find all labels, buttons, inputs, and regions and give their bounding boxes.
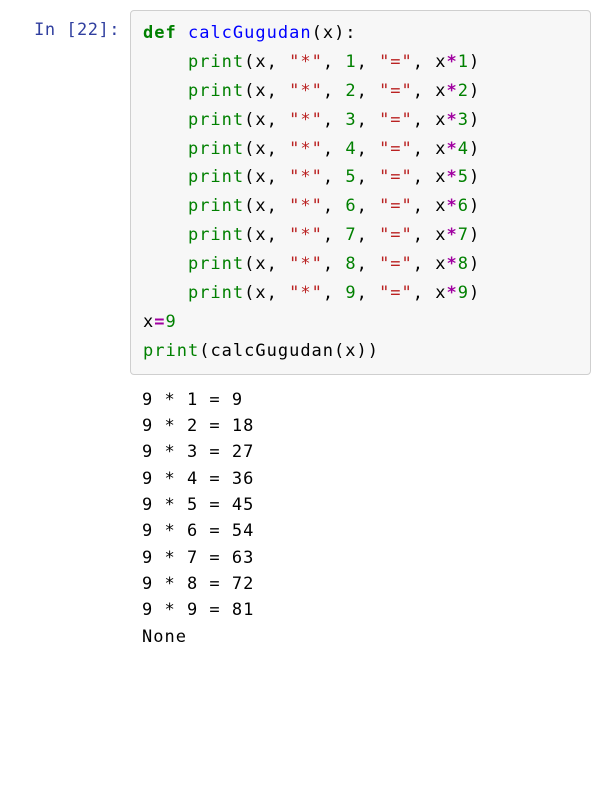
num: 2 <box>345 81 356 101</box>
string: "*" <box>289 139 323 159</box>
arg: x <box>255 196 266 216</box>
num: 1 <box>345 52 356 72</box>
arg: x <box>435 81 446 101</box>
string: "*" <box>289 167 323 187</box>
string: "=" <box>379 196 413 216</box>
notebook-cell: In [22]: def calcGugudan(x): print(x, "*… <box>10 10 591 375</box>
num: 3 <box>458 110 469 130</box>
code-line: print(x, "*", 1, "=", x*1) <box>143 48 578 77</box>
arg: x <box>255 52 266 72</box>
arg: x <box>345 341 356 361</box>
code-input-area[interactable]: def calcGugudan(x): print(x, "*", 1, "="… <box>130 10 591 375</box>
output-line: 9 * 1 = 9 <box>142 387 579 413</box>
output-line: None <box>142 624 579 650</box>
num: 7 <box>458 225 469 245</box>
function-name: calcGugudan <box>188 23 312 43</box>
code-line: print(calcGugudan(x)) <box>143 337 578 366</box>
arg: x <box>435 52 446 72</box>
num: 9 <box>166 312 177 332</box>
code-line: print(x, "*", 4, "=", x*4) <box>143 135 578 164</box>
code-line: print(x, "*", 2, "=", x*2) <box>143 77 578 106</box>
arg: x <box>435 110 446 130</box>
num: 5 <box>458 167 469 187</box>
output-line: 9 * 7 = 63 <box>142 545 579 571</box>
string: "*" <box>289 225 323 245</box>
num: 4 <box>345 139 356 159</box>
code-line: def calcGugudan(x): <box>143 19 578 48</box>
fn-call: print <box>188 225 244 245</box>
fn-call: print <box>188 81 244 101</box>
fn-call: print <box>188 283 244 303</box>
arg: x <box>255 283 266 303</box>
string: "*" <box>289 196 323 216</box>
string: "=" <box>379 167 413 187</box>
num: 8 <box>458 254 469 274</box>
output-line: 9 * 5 = 45 <box>142 492 579 518</box>
arg: x <box>255 225 266 245</box>
arg: x <box>255 81 266 101</box>
fn-call-inner: calcGugudan <box>210 341 334 361</box>
num: 2 <box>458 81 469 101</box>
var: x <box>143 312 154 332</box>
fn-call: print <box>188 52 244 72</box>
output-prompt <box>10 383 130 654</box>
code-line: print(x, "*", 6, "=", x*6) <box>143 192 578 221</box>
num: 8 <box>345 254 356 274</box>
num: 9 <box>345 283 356 303</box>
fn-call: print <box>188 110 244 130</box>
code-line: print(x, "*", 7, "=", x*7) <box>143 221 578 250</box>
output-line: 9 * 8 = 72 <box>142 571 579 597</box>
code-line: print(x, "*", 5, "=", x*5) <box>143 163 578 192</box>
fn-call: print <box>188 254 244 274</box>
output-line: 9 * 3 = 27 <box>142 439 579 465</box>
num: 7 <box>345 225 356 245</box>
arg: x <box>255 254 266 274</box>
param: x <box>323 23 334 43</box>
output-line: 9 * 6 = 54 <box>142 518 579 544</box>
arg: x <box>435 167 446 187</box>
fn-call: print <box>143 341 199 361</box>
keyword-def: def <box>143 23 177 43</box>
num: 1 <box>458 52 469 72</box>
output-cell: 9 * 1 = 9 9 * 2 = 18 9 * 3 = 27 9 * 4 = … <box>10 383 591 654</box>
fn-call: print <box>188 167 244 187</box>
output-line: 9 * 4 = 36 <box>142 466 579 492</box>
string: "=" <box>379 283 413 303</box>
string: "*" <box>289 52 323 72</box>
arg: x <box>255 139 266 159</box>
arg: x <box>435 283 446 303</box>
num: 3 <box>345 110 356 130</box>
arg: x <box>435 225 446 245</box>
input-prompt: In [22]: <box>10 10 130 40</box>
string: "=" <box>379 254 413 274</box>
code-line: print(x, "*", 8, "=", x*8) <box>143 250 578 279</box>
arg: x <box>255 167 266 187</box>
arg: x <box>255 110 266 130</box>
fn-call: print <box>188 196 244 216</box>
output-line: 9 * 9 = 81 <box>142 597 579 623</box>
fn-call: print <box>188 139 244 159</box>
string: "=" <box>379 139 413 159</box>
output-line: 9 * 2 = 18 <box>142 413 579 439</box>
output-area: 9 * 1 = 9 9 * 2 = 18 9 * 3 = 27 9 * 4 = … <box>130 383 591 654</box>
string: "=" <box>379 52 413 72</box>
code-line: print(x, "*", 3, "=", x*3) <box>143 106 578 135</box>
num: 6 <box>345 196 356 216</box>
num: 6 <box>458 196 469 216</box>
code-line: print(x, "*", 9, "=", x*9) <box>143 279 578 308</box>
string: "=" <box>379 81 413 101</box>
string: "=" <box>379 110 413 130</box>
num: 9 <box>458 283 469 303</box>
arg: x <box>435 254 446 274</box>
string: "*" <box>289 110 323 130</box>
string: "*" <box>289 254 323 274</box>
num: 5 <box>345 167 356 187</box>
arg: x <box>435 139 446 159</box>
arg: x <box>435 196 446 216</box>
string: "*" <box>289 81 323 101</box>
string: "=" <box>379 225 413 245</box>
string: "*" <box>289 283 323 303</box>
code-line: x=9 <box>143 308 578 337</box>
num: 4 <box>458 139 469 159</box>
